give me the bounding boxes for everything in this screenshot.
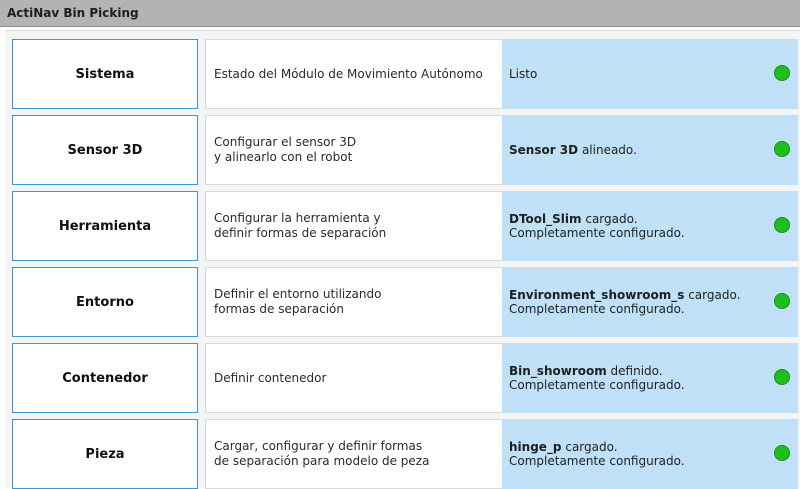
description-line: Estado del Módulo de Movimiento Autónomo: [214, 66, 483, 81]
status-text: Listo: [509, 67, 538, 81]
sistema-status: Listo: [502, 39, 798, 109]
status-detail: Completamente configurado.: [509, 226, 685, 240]
status-name: Bin_showroom: [509, 364, 607, 378]
status-detail: Completamente configurado.: [509, 454, 685, 468]
herramienta-button[interactable]: Herramienta: [12, 191, 198, 261]
pieza-description: Cargar, configurar y definir formas de s…: [205, 419, 502, 489]
description-line: de separación para modelo de peza: [214, 454, 430, 468]
description-line: Configurar el sensor 3D: [214, 135, 357, 149]
status-text: cargado.: [684, 288, 741, 302]
status-text: cargado.: [581, 212, 638, 226]
status-detail: Completamente configurado.: [509, 302, 685, 316]
entorno-description: Definir el entorno utilizando formas de …: [205, 267, 502, 337]
description-line: definir formas de separación: [214, 226, 387, 240]
herramienta-status: DTool_Slim cargado. Completamente config…: [502, 191, 798, 261]
main-panel: Sistema Estado del Módulo de Movimiento …: [5, 30, 800, 489]
status-text: definido.: [606, 364, 663, 378]
window-title-bar: ActiNav Bin Picking: [0, 0, 800, 27]
sensor-3d-button[interactable]: Sensor 3D: [12, 115, 198, 185]
entorno-button[interactable]: Entorno: [12, 267, 198, 337]
green-status-dot-icon: [774, 141, 790, 157]
row-sensor-3d: Sensor 3D Configurar el sensor 3D y alin…: [12, 115, 798, 185]
pieza-status: hinge_p cargado. Completamente configura…: [502, 419, 798, 489]
contenedor-description: Definir contenedor: [205, 343, 502, 413]
row-sistema: Sistema Estado del Módulo de Movimiento …: [12, 39, 798, 109]
status-name: DTool_Slim: [509, 212, 582, 226]
description-line: formas de separación: [214, 302, 344, 316]
status-detail: Completamente configurado.: [509, 378, 685, 392]
row-pieza: Pieza Cargar, configurar y definir forma…: [12, 419, 798, 489]
herramienta-description: Configurar la herramienta y definir form…: [205, 191, 502, 261]
description-line: Cargar, configurar y definir formas: [214, 439, 423, 453]
status-name: Sensor 3D: [509, 143, 579, 157]
description-line: Definir contenedor: [214, 370, 327, 385]
entorno-status: Environment_showroom_s cargado. Completa…: [502, 267, 798, 337]
status-name: hinge_p: [509, 440, 562, 454]
window-title: ActiNav Bin Picking: [7, 6, 139, 20]
status-name: Environment_showroom_s: [509, 288, 685, 302]
row-contenedor: Contenedor Definir contenedor Bin_showro…: [12, 343, 798, 413]
contenedor-status: Bin_showroom definido. Completamente con…: [502, 343, 798, 413]
contenedor-button[interactable]: Contenedor: [12, 343, 198, 413]
green-status-dot-icon: [774, 369, 790, 385]
status-text: alineado.: [578, 143, 637, 157]
row-entorno: Entorno Definir el entorno utilizando fo…: [12, 267, 798, 337]
row-herramienta: Herramienta Configurar la herramienta y …: [12, 191, 798, 261]
description-line: Definir el entorno utilizando: [214, 287, 382, 301]
description-line: y alinearlo con el robot: [214, 150, 353, 164]
sensor-3d-description: Configurar el sensor 3D y alinearlo con …: [205, 115, 502, 185]
green-status-dot-icon: [774, 293, 790, 309]
green-status-dot-icon: [774, 217, 790, 233]
status-text: cargado.: [561, 440, 618, 454]
sistema-button[interactable]: Sistema: [12, 39, 198, 109]
sensor-3d-status: Sensor 3D alineado.: [502, 115, 798, 185]
green-status-dot-icon: [774, 65, 790, 81]
green-status-dot-icon: [774, 445, 790, 461]
description-line: Configurar la herramienta y: [214, 211, 381, 225]
sistema-description: Estado del Módulo de Movimiento Autónomo: [205, 39, 502, 109]
pieza-button[interactable]: Pieza: [12, 419, 198, 489]
